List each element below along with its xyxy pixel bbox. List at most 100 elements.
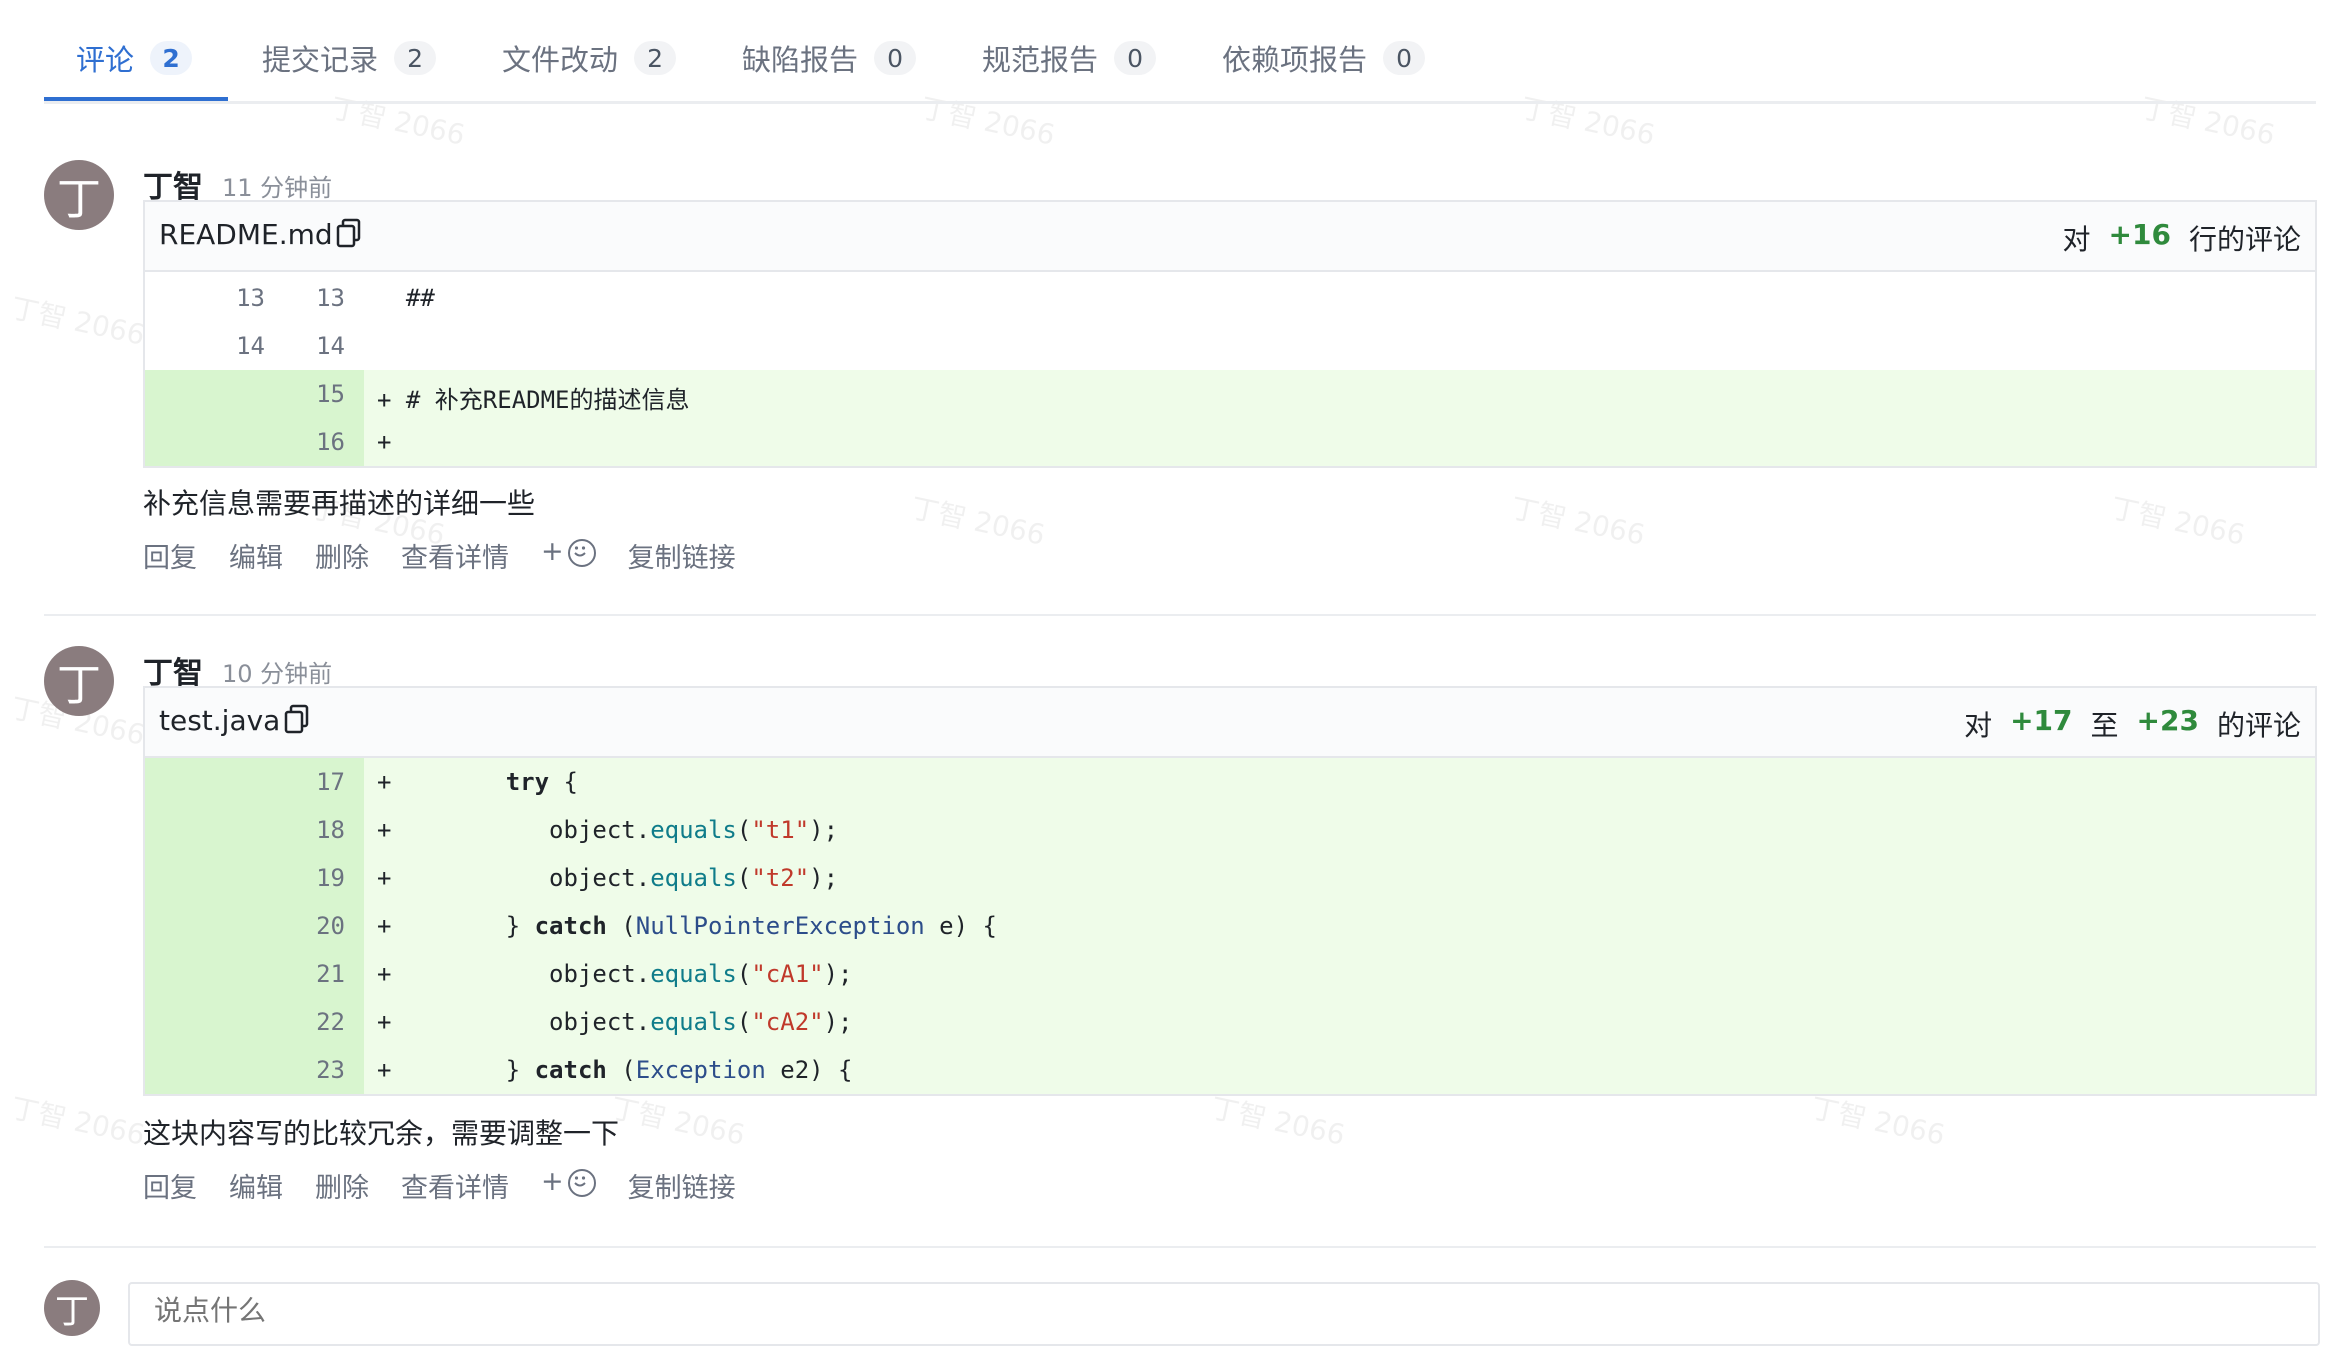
tab-label: 评论 (76, 43, 135, 77)
diff-line-added: 19 + object.equals("t2"); (145, 854, 2315, 902)
tab-count-badge: 0 (874, 41, 917, 75)
code-text: } catch (Exception e2) { (419, 1056, 853, 1084)
code-token: try (505, 768, 550, 796)
watermark: 丁智 2066 (607, 1091, 748, 1152)
diff-plus-sign: + (377, 768, 392, 796)
comment-input-box[interactable] (128, 1282, 2320, 1346)
range-suffix: 的评论 (2216, 709, 2301, 742)
watermark: 丁智 2066 (907, 491, 1048, 552)
new-line-number: 23 (316, 1056, 345, 1084)
copy-icon[interactable] (335, 218, 363, 248)
code-text: object.equals("cA1"); (419, 960, 853, 988)
diff-line-added: 22 + object.equals("cA2"); (145, 998, 2315, 1046)
new-line-number: 21 (316, 960, 345, 988)
new-line-number: 19 (316, 864, 345, 892)
new-line-number: 22 (316, 1008, 345, 1036)
add-reaction-button[interactable]: + (541, 1166, 596, 1205)
code-text: object.equals("t2"); (419, 864, 839, 892)
delete-button[interactable]: 删除 (315, 536, 369, 575)
range-start-line[interactable]: +16 (2109, 218, 2171, 258)
comment-time: 10 分钟前 (222, 660, 333, 688)
range-prefix: 对 (2062, 223, 2091, 256)
view-details-button[interactable]: 查看详情 (401, 536, 509, 575)
diff-plus-sign: + (377, 960, 392, 988)
diff-line-added: 16 + (145, 418, 2315, 466)
comment-actions: 回复 编辑 删除 查看详情 + 复制链接 (143, 1166, 736, 1205)
new-line-number: 15 (316, 380, 345, 408)
add-reaction-button[interactable]: + (541, 536, 596, 575)
code-text: try { (505, 768, 578, 796)
avatar[interactable]: 丁 (44, 160, 114, 230)
diff-plus-sign: + (377, 816, 392, 844)
range-start-line[interactable]: +17 (2010, 704, 2072, 744)
tab-label: 文件改动 (502, 43, 619, 77)
diff-line-added: 21 + object.equals("cA1"); (145, 950, 2315, 998)
code-text: + # 补充README的描述信息 (377, 386, 690, 414)
comment-time: 11 分钟前 (222, 174, 333, 202)
range-end-line[interactable]: +23 (2137, 704, 2199, 744)
diff-line-added: 23 + } catch (Exception e2) { (145, 1046, 2315, 1094)
tab-defect-report[interactable]: 缺陷报告 0 (742, 18, 917, 98)
smiley-icon (567, 1168, 596, 1197)
diff-line-added: 15 + # 补充README的描述信息 (145, 370, 2315, 418)
reply-button[interactable]: 回复 (143, 536, 197, 575)
tab-count-badge: 2 (634, 41, 677, 75)
code-text: ## (377, 284, 435, 312)
divider (44, 1246, 2316, 1248)
range-suffix: 行的评论 (2188, 223, 2301, 256)
avatar: 丁 (44, 1280, 100, 1336)
tab-label: 提交记录 (262, 43, 379, 77)
diff-plus-sign: + (377, 912, 392, 940)
tab-dependency-report[interactable]: 依赖项报告 0 (1222, 18, 1426, 98)
tab-count-badge: 0 (1383, 41, 1426, 75)
smiley-icon (567, 538, 596, 567)
copy-icon[interactable] (283, 704, 311, 734)
diff-line: 13 13 ## (145, 274, 2315, 322)
range-mid: 至 (2090, 709, 2119, 742)
view-details-button[interactable]: 查看详情 (401, 1166, 509, 1205)
old-line-number: 14 (236, 332, 265, 360)
copy-link-button[interactable]: 复制链接 (628, 536, 736, 575)
edit-button[interactable]: 编辑 (229, 1166, 283, 1205)
comment-line-range: 对 +17 至 +23 的评论 (1964, 704, 2301, 744)
merge-request-comments-page: 丁智 2066 丁智 2066 丁智 2066 丁智 2066 丁智 2066 … (0, 0, 2332, 1360)
tab-comments[interactable]: 评论 2 (76, 18, 193, 98)
new-line-number: 14 (316, 332, 345, 360)
diff-plus-sign: + (377, 864, 392, 892)
comment-body: 补充信息需要再描述的详细一些 (143, 487, 536, 520)
new-line-number: 18 (316, 816, 345, 844)
code-text: } catch (NullPointerException e) { (419, 912, 997, 940)
tab-file-changes[interactable]: 文件改动 2 (502, 18, 677, 98)
copy-link-button[interactable]: 复制链接 (628, 1166, 736, 1205)
new-line-number: 13 (316, 284, 345, 312)
diff-snippet: README.md 对 +16 行的评论 13 13 ## 14 14 15 +… (143, 200, 2317, 468)
tab-commits[interactable]: 提交记录 2 (262, 18, 437, 98)
comment-line-range: 对 +16 行的评论 (2063, 218, 2301, 258)
reply-button[interactable]: 回复 (143, 1166, 197, 1205)
diff-file-header: test.java 对 +17 至 +23 的评论 (145, 688, 2315, 758)
active-tab-indicator (44, 97, 228, 101)
tab-count-badge: 0 (1114, 41, 1157, 75)
code-text: object.equals("t1"); (419, 816, 839, 844)
new-line-number: 20 (316, 912, 345, 940)
diff-file-name[interactable]: test.java (159, 704, 280, 737)
comment-actions: 回复 编辑 删除 查看详情 + 复制链接 (143, 536, 736, 575)
code-text: object.equals("cA2"); (419, 1008, 853, 1036)
edit-button[interactable]: 编辑 (229, 536, 283, 575)
new-line-number: 17 (316, 768, 345, 796)
watermark: 丁智 2066 (2107, 491, 2248, 552)
plus-label: + (541, 536, 564, 567)
tab-spec-report[interactable]: 规范报告 0 (982, 18, 1157, 98)
divider (44, 614, 2316, 616)
watermark: 丁智 2066 (7, 291, 148, 352)
comment-input[interactable] (152, 1294, 2296, 1328)
watermark: 丁智 2066 (1807, 1091, 1948, 1152)
code-text: + (377, 428, 392, 456)
avatar[interactable]: 丁 (44, 646, 114, 716)
tab-label: 依赖项报告 (1222, 43, 1368, 77)
diff-plus-sign: + (377, 1056, 392, 1084)
diff-file-name[interactable]: README.md (159, 218, 333, 251)
old-line-number: 13 (236, 284, 265, 312)
tab-count-badge: 2 (394, 41, 437, 75)
delete-button[interactable]: 删除 (315, 1166, 369, 1205)
